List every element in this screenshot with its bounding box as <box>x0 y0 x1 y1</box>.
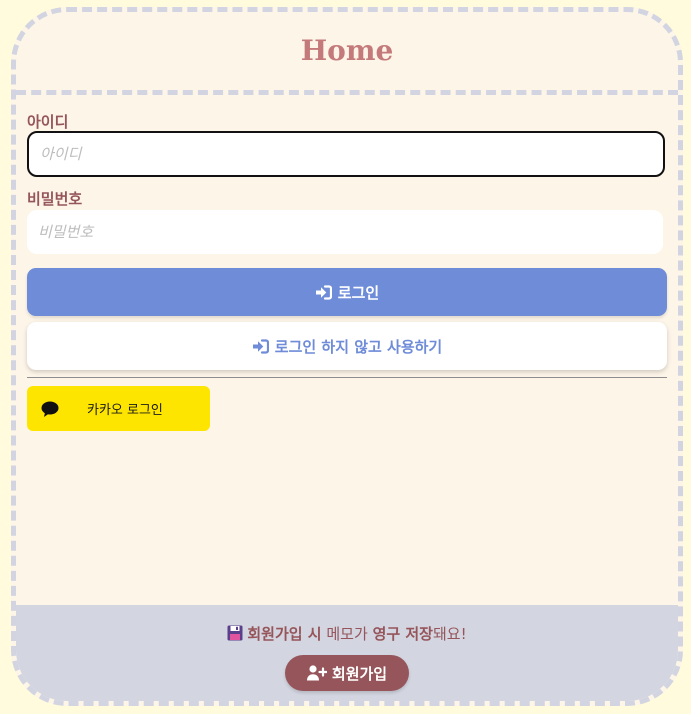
page-title: Home <box>300 34 394 67</box>
notice-text-2: 돼요! <box>433 625 467 643</box>
password-input[interactable] <box>27 210 663 254</box>
guest-login-button[interactable]: 로그인 하지 않고 사용하기 <box>27 322 667 370</box>
notice-emphasis-2: 영구 저장 <box>372 625 433 643</box>
home-card: Home 아이디 비밀번호 로그인 로그인 하지 않고 사용하기 <box>11 7 683 706</box>
kakao-login-button[interactable]: 카카오 로그인 <box>27 386 210 431</box>
guest-login-label: 로그인 하지 않고 사용하기 <box>274 337 443 356</box>
login-button[interactable]: 로그인 <box>27 268 667 316</box>
signup-button[interactable]: 회원가입 <box>285 655 409 691</box>
signup-button-label: 회원가입 <box>331 664 388 683</box>
sign-in-icon <box>252 338 269 354</box>
kakao-login-label: 카카오 로그인 <box>87 403 163 418</box>
chat-bubble-icon <box>41 400 59 418</box>
header-divider <box>16 90 678 95</box>
floppy-disk-icon <box>227 625 243 641</box>
login-button-label: 로그인 <box>337 283 380 302</box>
footer: 회원가입 시 메모가 영구 저장돼요! 회원가입 <box>16 605 678 701</box>
password-label: 비밀번호 <box>27 190 83 208</box>
notice-text-1: 메모가 <box>326 625 368 643</box>
notice-emphasis-1: 회원가입 시 <box>247 625 322 643</box>
id-input[interactable] <box>27 131 665 177</box>
section-divider <box>27 377 667 378</box>
sign-in-icon <box>315 284 332 300</box>
signup-notice: 회원가입 시 메모가 영구 저장돼요! <box>16 623 678 644</box>
id-label: 아이디 <box>27 113 69 131</box>
user-plus-icon <box>306 665 327 681</box>
